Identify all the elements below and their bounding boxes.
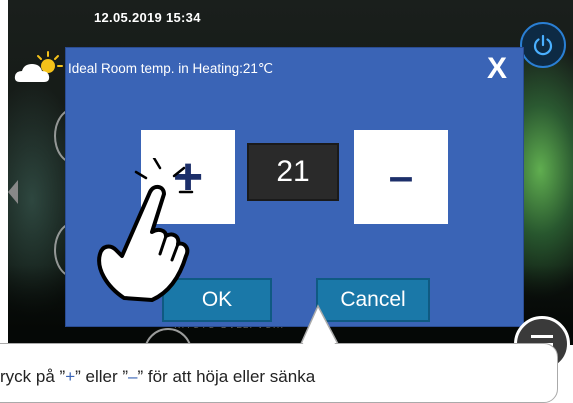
close-icon[interactable]: X <box>487 51 507 87</box>
previous-arrow-icon[interactable] <box>8 180 18 204</box>
callout-plus-symbol: + <box>65 367 76 386</box>
minus-icon: – <box>388 152 414 201</box>
menu-icon <box>531 334 553 338</box>
callout-minus-symbol: – <box>128 367 138 386</box>
status-datetime: 12.05.2019 15:34 <box>94 10 201 25</box>
dialog-title: Ideal Room temp. in Heating:21℃ <box>68 61 274 76</box>
power-icon <box>533 34 553 56</box>
decrease-button[interactable]: – <box>354 130 448 224</box>
instruction-text: ryck på ”+” eller ”–” för att höja eller… <box>0 367 316 386</box>
hand-pointer-icon <box>97 158 194 302</box>
cancel-button[interactable]: Cancel <box>316 278 430 322</box>
temperature-value: 21 <box>247 143 339 201</box>
power-button[interactable] <box>520 22 566 68</box>
weather-partly-sunny-icon <box>12 50 66 86</box>
